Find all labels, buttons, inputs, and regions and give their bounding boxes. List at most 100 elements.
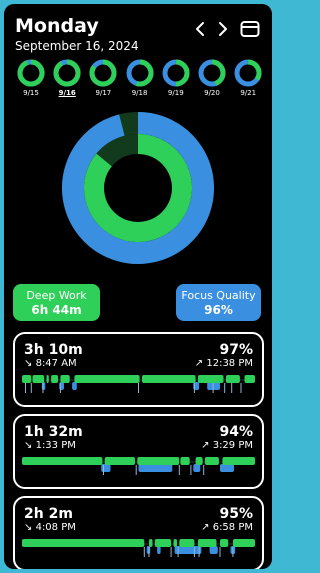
green-segment xyxy=(60,375,70,383)
session-timeline xyxy=(22,539,255,557)
start-time: 4:08 PM xyxy=(35,522,76,533)
day-ring-9-17[interactable]: 9/17 xyxy=(86,59,120,98)
green-segment xyxy=(232,539,255,547)
day-label: 9/17 xyxy=(95,89,112,97)
green-segment xyxy=(46,375,49,383)
day-ring-graphic xyxy=(17,59,45,87)
session-timeline xyxy=(22,457,255,475)
calendar-icon[interactable] xyxy=(240,20,260,42)
session-start: ↘ 8:47 AM xyxy=(24,358,77,370)
session-end: ↗ 6:58 PM xyxy=(201,522,253,534)
end-time: 3:29 PM xyxy=(212,440,253,451)
focus-quality-badge: Focus Quality 96% xyxy=(176,284,261,321)
session-card-1[interactable]: 3h 10m 97% ↘ 8:47 AM ↗ 12:38 PM xyxy=(13,332,264,407)
green-segment xyxy=(197,375,224,383)
blue-segment xyxy=(138,464,173,472)
app-screen: Monday September 16, 2024 9/15 9/16 9/17 9/… xyxy=(4,4,272,569)
green-segment xyxy=(22,539,145,547)
day-ring-9-21[interactable]: 9/21 xyxy=(231,59,265,98)
deep-work-badge: Deep Work 6h 44m xyxy=(13,284,100,321)
blue-segment xyxy=(174,546,202,554)
session-card-2[interactable]: 1h 32m 94% ↘ 1:33 PM ↗ 3:29 PM xyxy=(13,414,264,489)
arrow-up-right-icon: ↗ xyxy=(194,358,204,369)
day-ring-graphic xyxy=(198,59,226,87)
day-ring-graphic xyxy=(126,59,154,87)
blue-segment xyxy=(101,464,111,472)
deep-work-label: Deep Work xyxy=(26,289,87,302)
session-quality: 95% xyxy=(219,506,253,522)
green-segment xyxy=(149,539,153,547)
day-ring-graphic xyxy=(53,59,81,87)
arrow-up-right-icon: ↗ xyxy=(201,440,210,451)
day-ring-graphic xyxy=(162,59,190,87)
blue-segment xyxy=(157,546,161,554)
deep-work-value: 6h 44m xyxy=(31,303,82,317)
arrow-down-right-icon: ↘ xyxy=(24,358,33,369)
green-segment xyxy=(74,375,140,383)
day-ring-graphic xyxy=(89,59,117,87)
session-start: ↘ 1:33 PM xyxy=(24,440,76,452)
day-ring-9-18[interactable]: 9/18 xyxy=(123,59,157,98)
session-end: ↗ 3:29 PM xyxy=(201,440,253,452)
session-duration: 3h 10m xyxy=(24,342,83,358)
chevron-left-icon[interactable] xyxy=(194,21,206,41)
blue-segment xyxy=(41,382,46,390)
green-segment xyxy=(222,457,255,465)
green-segment xyxy=(154,539,172,547)
date-subtitle: September 16, 2024 xyxy=(15,39,139,53)
green-segment xyxy=(32,375,45,383)
day-ring-graphic xyxy=(234,59,262,87)
arrow-down-right-icon: ↘ xyxy=(24,440,33,451)
day-label: 9/21 xyxy=(240,89,257,97)
green-segment xyxy=(225,375,240,383)
green-segment xyxy=(195,457,203,465)
session-timeline xyxy=(22,375,255,393)
blue-segment xyxy=(146,546,151,554)
end-time: 6:58 PM xyxy=(212,522,253,533)
session-start: ↘ 4:08 PM xyxy=(24,522,76,534)
green-segment xyxy=(137,457,180,465)
chevron-right-icon[interactable] xyxy=(217,21,229,41)
day-ring-9-15[interactable]: 9/15 xyxy=(14,59,48,98)
green-segment xyxy=(220,539,229,547)
day-label: 9/16 xyxy=(58,89,76,97)
day-ring-9-20[interactable]: 9/20 xyxy=(195,59,229,98)
day-ring-fill xyxy=(17,59,45,87)
day-ring-fill xyxy=(175,59,190,87)
green-segment xyxy=(104,457,135,465)
session-duration: 2h 2m xyxy=(24,506,73,522)
start-time: 1:33 PM xyxy=(35,440,76,451)
green-segment xyxy=(244,375,255,383)
day-ring-fill xyxy=(211,59,226,86)
blue-segment xyxy=(220,464,234,472)
end-time: 12:38 PM xyxy=(206,358,253,369)
green-segment xyxy=(142,375,196,383)
day-ring-fill xyxy=(247,59,262,81)
day-ring-fill xyxy=(53,59,81,87)
day-ring-fill xyxy=(135,59,154,87)
green-segment xyxy=(51,375,59,383)
session-card-3[interactable]: 2h 2m 95% ↘ 4:08 PM ↗ 6:58 PM xyxy=(13,496,264,569)
day-label: 9/19 xyxy=(167,89,184,97)
green-segment xyxy=(180,457,190,465)
session-duration: 1h 32m xyxy=(24,424,83,440)
session-quality: 94% xyxy=(219,424,253,440)
green-segment xyxy=(204,457,219,465)
day-label: 9/20 xyxy=(204,89,220,97)
day-label: 9/15 xyxy=(23,89,39,97)
blue-segment xyxy=(193,464,201,472)
session-end: ↗ 12:38 PM xyxy=(195,358,253,370)
start-time: 8:47 AM xyxy=(35,358,77,369)
green-segment xyxy=(197,539,217,547)
day-title: Monday xyxy=(15,15,99,37)
focus-quality-value: 96% xyxy=(204,303,233,317)
day-ring-9-16[interactable]: 9/16 xyxy=(50,59,84,98)
blue-segment xyxy=(72,382,77,390)
green-segment xyxy=(173,539,177,547)
focus-donut-chart xyxy=(62,112,214,264)
focus-quality-label: Focus Quality xyxy=(181,289,256,302)
day-label: 9/18 xyxy=(131,89,148,97)
green-segment xyxy=(179,539,195,547)
day-ring-9-19[interactable]: 9/19 xyxy=(159,59,193,98)
session-quality: 97% xyxy=(219,342,253,358)
